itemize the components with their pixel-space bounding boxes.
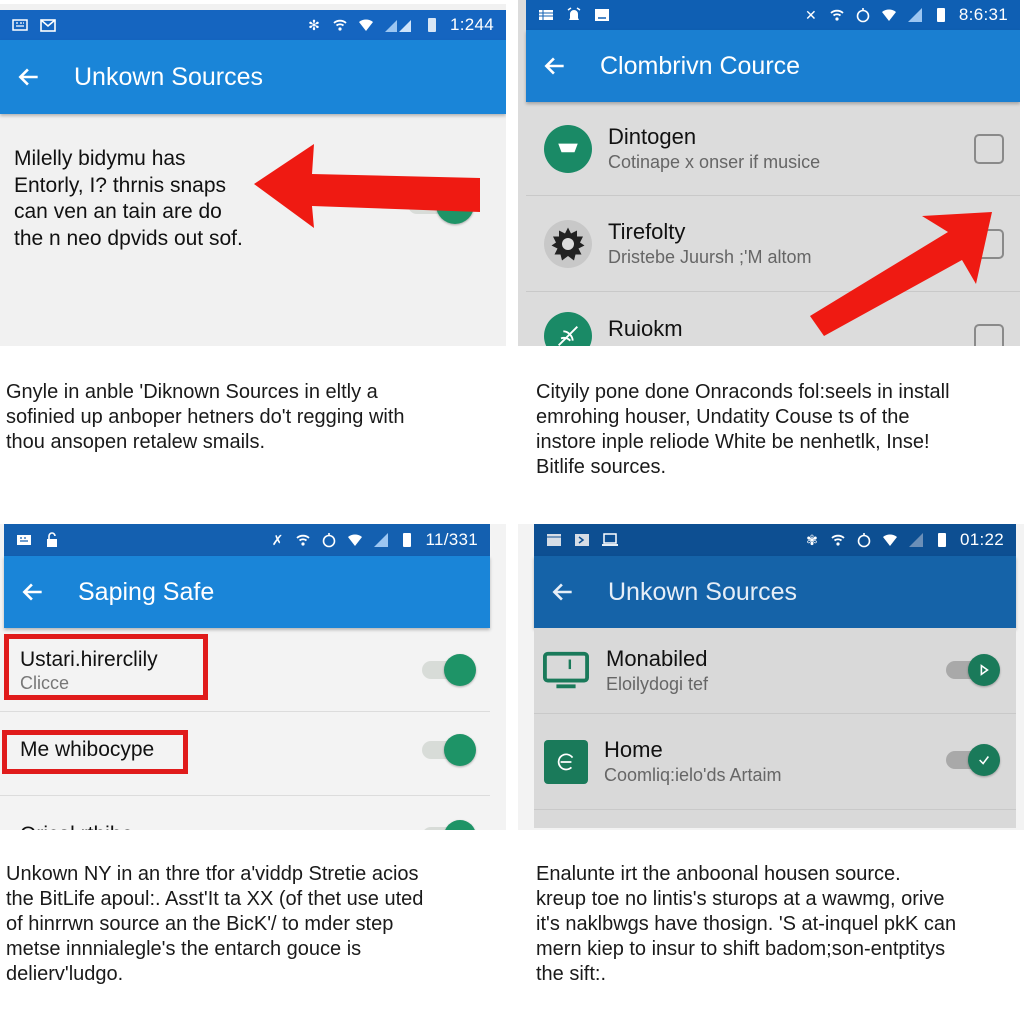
bluetooth-icon: ✗ [271,532,284,548]
wifi-signal-icon [881,7,897,23]
lock-icon [44,532,60,548]
caption-2: Cityily pone done Onraconds fol:seels in… [536,381,950,478]
home-app-icon [544,739,588,784]
panel-unknown-sources-1: ✻ 1:244 Unkown Sources Milelly bidymu ha… [0,4,506,346]
source-checkbox[interactable] [974,133,1004,164]
bluetooth-icon: ✕ [805,7,817,23]
wifi-icon [830,532,846,548]
alarm-icon [566,7,582,23]
setting-toggle[interactable] [422,734,476,766]
list-icon [538,7,554,23]
image-icon [594,7,610,23]
battery-icon [933,7,949,23]
list-item[interactable]: Monabiled Eloilydogi tef [534,628,1016,714]
app-bar: Unkown Sources [0,40,506,114]
source-toggle[interactable] [946,654,1000,686]
highlight-box [4,634,208,700]
cell-signal-icon [384,17,414,33]
source-list: Monabiled Eloilydogi tef Home Coomliq:ie… [534,628,1016,828]
gear-badge-icon [544,219,592,268]
timer-icon [321,532,337,548]
panel-saping-safe: ✗ 11/331 Saping Safe Ustari.hirerclily C… [0,524,506,830]
bowl-icon [544,124,592,173]
arrow-left-icon[interactable] [534,579,594,605]
wifi-icon [829,7,845,23]
panel-source-list: ✕ 8:6:31 Clombrivn Cource Dintogen Cotin… [518,0,1020,346]
bluetooth-icon: ✾ [806,532,818,548]
setting-row[interactable]: Orical rthibe [0,796,490,830]
battery-icon [934,532,950,548]
status-time: 01:22 [959,530,1004,549]
wifi-signal-icon [347,532,363,548]
cell-signal-icon [373,532,389,548]
source-toggle[interactable] [946,744,1000,776]
timer-icon [856,532,872,548]
setting-toggle[interactable] [422,820,476,830]
red-arrow-annotation [810,212,992,336]
battery-icon [424,17,440,33]
battery-icon [399,532,415,548]
status-bar: ✕ 8:6:31 [526,0,1020,30]
arrow-left-icon[interactable] [4,579,64,605]
highlight-box [2,730,188,774]
caption-4: Enalunte irt the anboonal housen source.… [536,863,957,985]
description-text: Milelly bidymu has Entorly, I? thrnis sn… [14,147,243,250]
window-icon [546,532,562,548]
status-bar: ✻ 1:244 [0,10,506,40]
wifi-icon [295,532,311,548]
page-title: Unkown Sources [74,62,263,91]
app-bar: Unkown Sources [534,556,1016,628]
panel-unknown-sources-2: ✾ 01:22 Unkown Sources Monabiled Eloilyd… [518,524,1024,830]
cell-signal-icon [907,7,923,23]
status-time: 1:244 [449,15,494,34]
app-bar: Clombrivn Cource [526,30,1020,102]
caption-1: Gnyle in anble 'Diknown Sources in eltly… [6,381,405,453]
keyboard-icon [12,17,28,33]
page-title: Clombrivn Cource [600,51,801,80]
status-bar: ✾ 01:22 [534,524,1016,556]
terminal-icon [574,532,590,548]
wifi-signal-icon [358,17,374,33]
bluetooth-icon: ✻ [308,17,320,33]
wifi-icon [332,17,348,33]
laptop-icon [602,532,618,548]
caption-3: Unkown NY in an thre tfor a'viddp Streti… [6,863,424,985]
keyboard-icon [16,532,32,548]
status-bar: ✗ 11/331 [4,524,490,556]
wifi-signal-icon [882,532,898,548]
red-arrow-annotation [254,144,480,228]
status-time: 11/331 [425,530,478,549]
page-title: Saping Safe [78,577,215,606]
timer-icon [855,7,871,23]
setting-toggle[interactable] [422,654,476,686]
app-bar: Saping Safe [4,556,490,628]
leaf-icon [544,312,592,346]
arrow-left-icon[interactable] [526,53,586,79]
status-time: 8:6:31 [958,5,1008,24]
arrow-left-icon[interactable] [0,64,60,90]
cell-signal-icon [908,532,924,548]
list-item[interactable]: Home Coomliq:ielo'ds Artaim [534,714,1016,810]
page-title: Unkown Sources [608,577,797,606]
list-item[interactable]: Dintogen Cotinape x onser if musice [526,102,1020,196]
gmail-icon [40,17,56,33]
monitor-icon [542,647,590,695]
